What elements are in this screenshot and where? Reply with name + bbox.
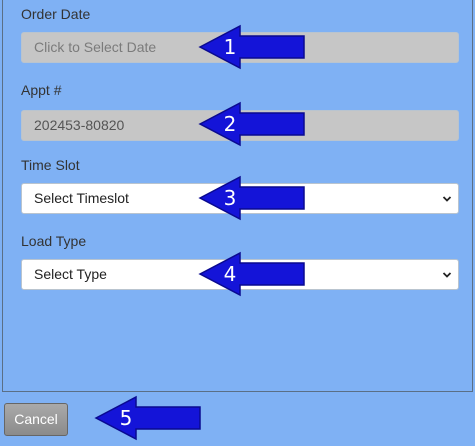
cancel-button[interactable]: Cancel [4, 403, 68, 436]
chevron-down-icon [442, 196, 452, 202]
annotation-arrow-2: 2 [198, 101, 308, 147]
time-slot-selected-value: Select Timeslot [34, 190, 129, 206]
annotation-number: 2 [223, 112, 237, 136]
time-slot-label: Time Slot [21, 157, 80, 173]
appt-label: Appt # [21, 82, 62, 98]
order-date-label: Order Date [21, 6, 91, 22]
annotation-arrow-1: 1 [198, 24, 308, 70]
left-arrow-icon [198, 24, 305, 70]
load-type-selected-value: Select Type [34, 266, 107, 282]
left-arrow-icon [198, 175, 305, 221]
left-arrow-icon [198, 101, 305, 147]
annotation-arrow-5: 5 [94, 395, 204, 441]
annotation-number: 1 [223, 35, 237, 59]
chevron-down-icon [442, 272, 452, 278]
annotation-number: 5 [119, 406, 133, 430]
load-type-label: Load Type [21, 233, 87, 249]
annotation-arrow-3: 3 [198, 175, 308, 221]
left-arrow-icon [94, 395, 201, 441]
left-arrow-icon [198, 251, 305, 297]
annotation-number: 4 [223, 262, 237, 286]
annotation-arrow-4: 4 [198, 251, 308, 297]
annotation-number: 3 [223, 186, 237, 210]
